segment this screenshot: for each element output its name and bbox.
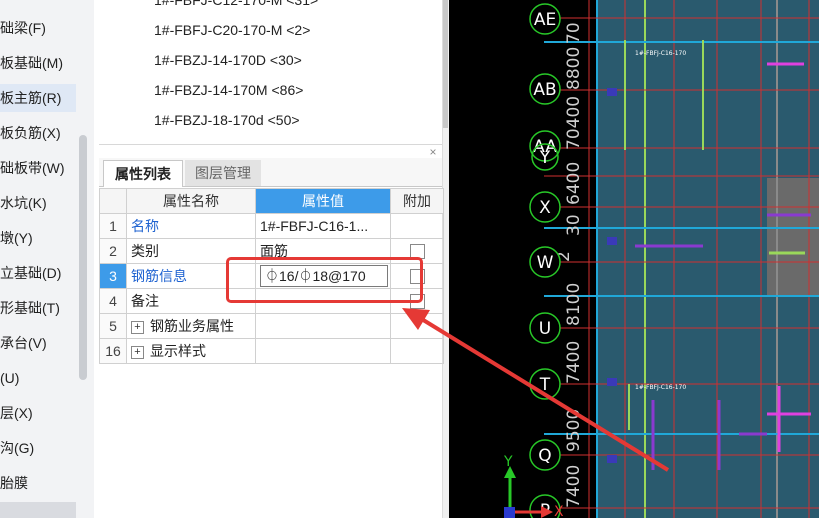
annotation-arrow — [418, 316, 670, 472]
annotation-arrowhead — [402, 308, 430, 330]
annotation-arrow-layer — [402, 308, 670, 472]
